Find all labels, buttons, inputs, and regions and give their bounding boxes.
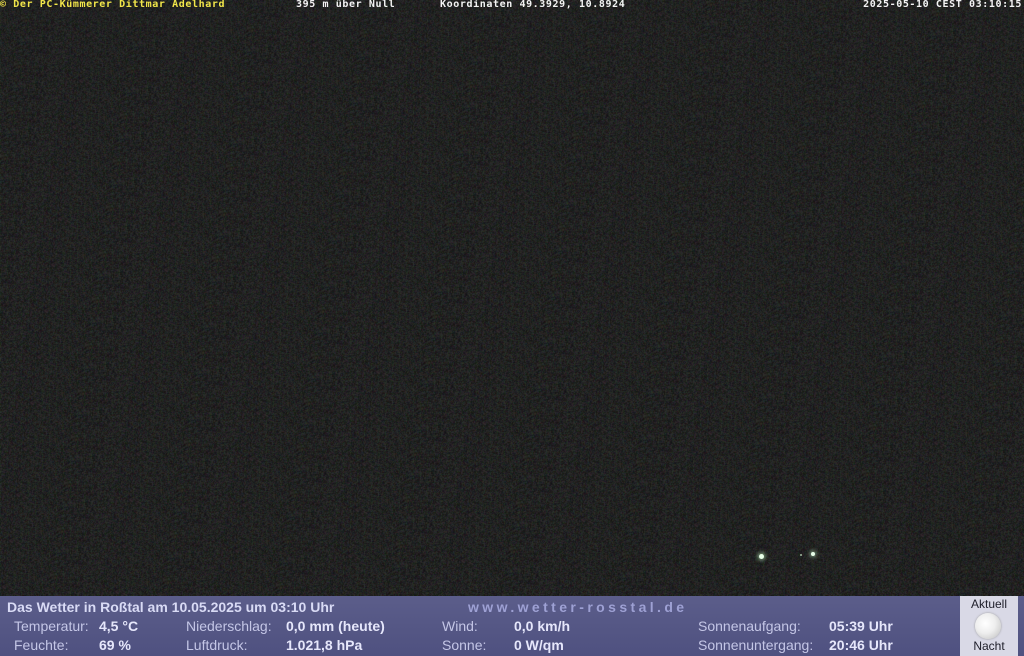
pressure-value: 1.021,8 hPa bbox=[286, 637, 363, 653]
full-moon-icon bbox=[975, 613, 1001, 639]
night-noise-layer bbox=[0, 0, 1024, 596]
sunrise-label: Sonnenaufgang: bbox=[698, 618, 801, 634]
distant-light bbox=[800, 554, 802, 556]
altitude-text: 395 m über Null bbox=[296, 0, 396, 10]
copyright-owner: © Der PC-Kümmerer Dittmar Adelhard bbox=[0, 0, 226, 10]
wind-value: 0,0 km/h bbox=[514, 618, 571, 634]
distant-light bbox=[811, 552, 815, 556]
sun-label: Sonne: bbox=[442, 637, 487, 653]
website-url[interactable]: www.wetter-rosstal.de bbox=[468, 599, 687, 615]
moon-night-label: Nacht bbox=[973, 639, 1005, 653]
pressure-label: Luftdruck: bbox=[186, 637, 248, 653]
moon-phase-box: Aktuell Nacht bbox=[960, 596, 1018, 656]
sun-value: 0 W/qm bbox=[514, 637, 564, 653]
temperature-value: 4,5 °C bbox=[99, 618, 139, 634]
capture-timestamp: 2025-05-10 CEST 03:10:15 bbox=[863, 0, 1022, 10]
weather-title: Das Wetter in Roßtal am 10.05.2025 um 03… bbox=[7, 599, 335, 615]
precipitation-label: Niederschlag: bbox=[186, 618, 272, 634]
humidity-value: 69 % bbox=[99, 637, 131, 653]
webcam-image bbox=[0, 0, 1024, 596]
sunrise-value: 05:39 Uhr bbox=[829, 618, 893, 634]
humidity-label: Feuchte: bbox=[14, 637, 69, 653]
wind-label: Wind: bbox=[442, 618, 478, 634]
camera-text-overlay: © Der PC-Kümmerer Dittmar Adelhard 395 m… bbox=[0, 0, 1024, 12]
temperature-label: Temperatur: bbox=[14, 618, 89, 634]
precipitation-value: 0,0 mm (heute) bbox=[286, 618, 385, 634]
sunset-label: Sonnenuntergang: bbox=[698, 637, 814, 653]
moon-current-label: Aktuell bbox=[970, 597, 1008, 611]
coordinates-text: Koordinaten 49.3929, 10.8924 bbox=[440, 0, 626, 10]
weather-info-bar: Das Wetter in Roßtal am 10.05.2025 um 03… bbox=[0, 596, 1024, 656]
distant-light bbox=[759, 554, 764, 559]
sunset-value: 20:46 Uhr bbox=[829, 637, 893, 653]
